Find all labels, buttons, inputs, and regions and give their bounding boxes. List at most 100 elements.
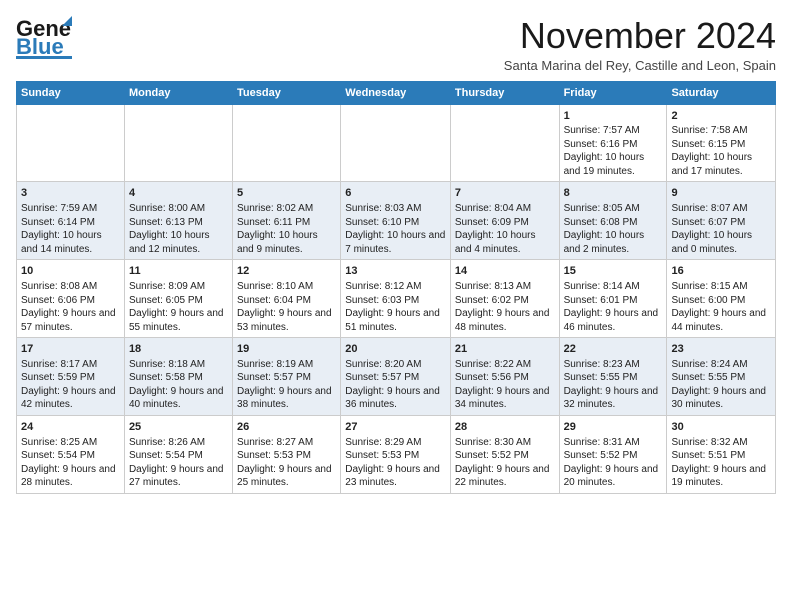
cell-day-number: 10	[21, 264, 120, 279]
cell-day-number: 20	[345, 342, 446, 357]
cell-info: Sunrise: 8:24 AMSunset: 5:55 PMDaylight:…	[671, 358, 771, 412]
cell-info: Sunrise: 8:19 AMSunset: 5:57 PMDaylight:…	[237, 358, 336, 412]
calendar-cell: 18Sunrise: 8:18 AMSunset: 5:58 PMDayligh…	[124, 338, 232, 416]
cell-day-number: 6	[345, 186, 446, 201]
calendar-cell	[341, 104, 451, 182]
cell-info: Sunrise: 7:58 AMSunset: 6:15 PMDaylight:…	[671, 124, 771, 178]
cell-day-number: 26	[237, 420, 336, 435]
cell-day-number: 21	[455, 342, 555, 357]
title-block: November 2024 Santa Marina del Rey, Cast…	[504, 16, 776, 73]
weekday-thursday: Thursday	[450, 81, 559, 104]
calendar-cell: 8Sunrise: 8:05 AMSunset: 6:08 PMDaylight…	[559, 182, 667, 260]
calendar-cell: 17Sunrise: 8:17 AMSunset: 5:59 PMDayligh…	[17, 338, 125, 416]
calendar-cell: 15Sunrise: 8:14 AMSunset: 6:01 PMDayligh…	[559, 260, 667, 338]
weekday-saturday: Saturday	[667, 81, 776, 104]
cell-info: Sunrise: 8:13 AMSunset: 6:02 PMDaylight:…	[455, 280, 555, 334]
cell-day-number: 25	[129, 420, 228, 435]
calendar-body: 1Sunrise: 7:57 AMSunset: 6:16 PMDaylight…	[17, 104, 776, 493]
cell-info: Sunrise: 8:08 AMSunset: 6:06 PMDaylight:…	[21, 280, 120, 334]
page: General Blue November 2024 Santa Marina …	[0, 0, 792, 506]
calendar-cell	[124, 104, 232, 182]
cell-day-number: 17	[21, 342, 120, 357]
calendar-cell: 13Sunrise: 8:12 AMSunset: 6:03 PMDayligh…	[341, 260, 451, 338]
cell-day-number: 7	[455, 186, 555, 201]
week-row-1: 1Sunrise: 7:57 AMSunset: 6:16 PMDaylight…	[17, 104, 776, 182]
cell-day-number: 1	[564, 109, 663, 124]
calendar-cell: 14Sunrise: 8:13 AMSunset: 6:02 PMDayligh…	[450, 260, 559, 338]
cell-info: Sunrise: 8:30 AMSunset: 5:52 PMDaylight:…	[455, 436, 555, 490]
calendar-cell	[17, 104, 125, 182]
calendar-cell: 23Sunrise: 8:24 AMSunset: 5:55 PMDayligh…	[667, 338, 776, 416]
calendar-cell: 25Sunrise: 8:26 AMSunset: 5:54 PMDayligh…	[124, 415, 232, 493]
cell-info: Sunrise: 8:09 AMSunset: 6:05 PMDaylight:…	[129, 280, 228, 334]
calendar-cell: 30Sunrise: 8:32 AMSunset: 5:51 PMDayligh…	[667, 415, 776, 493]
cell-info: Sunrise: 8:26 AMSunset: 5:54 PMDaylight:…	[129, 436, 228, 490]
calendar-cell	[450, 104, 559, 182]
weekday-sunday: Sunday	[17, 81, 125, 104]
week-row-5: 24Sunrise: 8:25 AMSunset: 5:54 PMDayligh…	[17, 415, 776, 493]
cell-info: Sunrise: 8:23 AMSunset: 5:55 PMDaylight:…	[564, 358, 663, 412]
calendar-cell: 4Sunrise: 8:00 AMSunset: 6:13 PMDaylight…	[124, 182, 232, 260]
week-row-3: 10Sunrise: 8:08 AMSunset: 6:06 PMDayligh…	[17, 260, 776, 338]
weekday-wednesday: Wednesday	[341, 81, 451, 104]
weekday-header: SundayMondayTuesdayWednesdayThursdayFrid…	[17, 81, 776, 104]
weekday-monday: Monday	[124, 81, 232, 104]
logo: General Blue	[16, 16, 72, 60]
cell-info: Sunrise: 8:29 AMSunset: 5:53 PMDaylight:…	[345, 436, 446, 490]
calendar-cell: 5Sunrise: 8:02 AMSunset: 6:11 PMDaylight…	[233, 182, 341, 260]
cell-info: Sunrise: 8:00 AMSunset: 6:13 PMDaylight:…	[129, 202, 228, 256]
calendar-cell: 24Sunrise: 8:25 AMSunset: 5:54 PMDayligh…	[17, 415, 125, 493]
cell-day-number: 3	[21, 186, 120, 201]
calendar-cell: 16Sunrise: 8:15 AMSunset: 6:00 PMDayligh…	[667, 260, 776, 338]
cell-info: Sunrise: 8:20 AMSunset: 5:57 PMDaylight:…	[345, 358, 446, 412]
cell-info: Sunrise: 8:25 AMSunset: 5:54 PMDaylight:…	[21, 436, 120, 490]
header: General Blue November 2024 Santa Marina …	[16, 16, 776, 73]
cell-info: Sunrise: 8:31 AMSunset: 5:52 PMDaylight:…	[564, 436, 663, 490]
calendar-cell: 1Sunrise: 7:57 AMSunset: 6:16 PMDaylight…	[559, 104, 667, 182]
calendar-table: SundayMondayTuesdayWednesdayThursdayFrid…	[16, 81, 776, 494]
cell-info: Sunrise: 8:02 AMSunset: 6:11 PMDaylight:…	[237, 202, 336, 256]
calendar-cell: 28Sunrise: 8:30 AMSunset: 5:52 PMDayligh…	[450, 415, 559, 493]
calendar-cell: 6Sunrise: 8:03 AMSunset: 6:10 PMDaylight…	[341, 182, 451, 260]
cell-day-number: 2	[671, 109, 771, 124]
calendar-cell: 10Sunrise: 8:08 AMSunset: 6:06 PMDayligh…	[17, 260, 125, 338]
week-row-4: 17Sunrise: 8:17 AMSunset: 5:59 PMDayligh…	[17, 338, 776, 416]
location: Santa Marina del Rey, Castille and Leon,…	[504, 58, 776, 73]
calendar-cell: 7Sunrise: 8:04 AMSunset: 6:09 PMDaylight…	[450, 182, 559, 260]
cell-day-number: 19	[237, 342, 336, 357]
cell-day-number: 16	[671, 264, 771, 279]
cell-day-number: 22	[564, 342, 663, 357]
cell-info: Sunrise: 8:07 AMSunset: 6:07 PMDaylight:…	[671, 202, 771, 256]
cell-day-number: 23	[671, 342, 771, 357]
cell-info: Sunrise: 8:22 AMSunset: 5:56 PMDaylight:…	[455, 358, 555, 412]
cell-info: Sunrise: 8:03 AMSunset: 6:10 PMDaylight:…	[345, 202, 446, 256]
cell-day-number: 12	[237, 264, 336, 279]
cell-day-number: 8	[564, 186, 663, 201]
cell-day-number: 11	[129, 264, 228, 279]
cell-info: Sunrise: 8:05 AMSunset: 6:08 PMDaylight:…	[564, 202, 663, 256]
weekday-tuesday: Tuesday	[233, 81, 341, 104]
calendar-cell	[233, 104, 341, 182]
cell-day-number: 15	[564, 264, 663, 279]
calendar-cell: 27Sunrise: 8:29 AMSunset: 5:53 PMDayligh…	[341, 415, 451, 493]
cell-day-number: 24	[21, 420, 120, 435]
cell-day-number: 5	[237, 186, 336, 201]
cell-day-number: 28	[455, 420, 555, 435]
calendar-cell: 29Sunrise: 8:31 AMSunset: 5:52 PMDayligh…	[559, 415, 667, 493]
cell-day-number: 9	[671, 186, 771, 201]
calendar-cell: 19Sunrise: 8:19 AMSunset: 5:57 PMDayligh…	[233, 338, 341, 416]
cell-info: Sunrise: 8:18 AMSunset: 5:58 PMDaylight:…	[129, 358, 228, 412]
calendar-cell: 9Sunrise: 8:07 AMSunset: 6:07 PMDaylight…	[667, 182, 776, 260]
cell-info: Sunrise: 8:27 AMSunset: 5:53 PMDaylight:…	[237, 436, 336, 490]
weekday-friday: Friday	[559, 81, 667, 104]
calendar-cell: 22Sunrise: 8:23 AMSunset: 5:55 PMDayligh…	[559, 338, 667, 416]
calendar-cell: 20Sunrise: 8:20 AMSunset: 5:57 PMDayligh…	[341, 338, 451, 416]
cell-info: Sunrise: 8:17 AMSunset: 5:59 PMDaylight:…	[21, 358, 120, 412]
calendar-cell: 11Sunrise: 8:09 AMSunset: 6:05 PMDayligh…	[124, 260, 232, 338]
week-row-2: 3Sunrise: 7:59 AMSunset: 6:14 PMDaylight…	[17, 182, 776, 260]
calendar-cell: 12Sunrise: 8:10 AMSunset: 6:04 PMDayligh…	[233, 260, 341, 338]
cell-info: Sunrise: 7:59 AMSunset: 6:14 PMDaylight:…	[21, 202, 120, 256]
cell-info: Sunrise: 8:10 AMSunset: 6:04 PMDaylight:…	[237, 280, 336, 334]
cell-info: Sunrise: 8:12 AMSunset: 6:03 PMDaylight:…	[345, 280, 446, 334]
logo-icon: General Blue	[16, 16, 72, 60]
